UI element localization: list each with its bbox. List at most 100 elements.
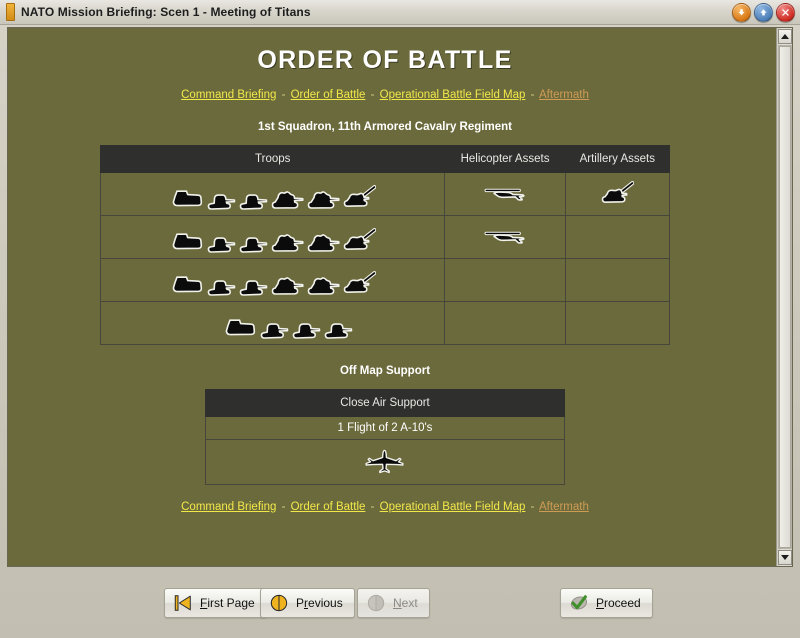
close-air-support-table: Close Air Support 1 Flight of 2 A-10's — [205, 389, 565, 485]
helicopter-icon-group — [451, 177, 558, 211]
self-propelled-gun-icon — [343, 271, 376, 293]
scrollbar-track[interactable] — [778, 45, 792, 549]
self-propelled-gun-icon — [601, 181, 635, 203]
nav-link-operational-battle-field-map-bottom[interactable]: Operational Battle Field Map — [380, 501, 526, 513]
nav-link-aftermath-bottom[interactable]: Aftermath — [539, 501, 589, 513]
minimize-button[interactable] — [732, 3, 751, 22]
first-page-icon — [174, 595, 191, 611]
vertical-scrollbar[interactable] — [776, 28, 792, 566]
helicopter-assets-cell — [444, 172, 566, 216]
table-row — [99, 215, 671, 259]
artillery-icon-group — [572, 220, 663, 254]
troops-cell — [99, 172, 446, 216]
maximize-button[interactable] — [754, 3, 773, 22]
title-bar: NATO Mission Briefing: Scen 1 - Meeting … — [0, 0, 800, 25]
tank-icon — [292, 323, 321, 339]
first-page-button-label: First Page — [200, 596, 255, 610]
nav-link-command-briefing-bottom[interactable]: Command Briefing — [181, 501, 276, 513]
previous-button-label: Previous — [296, 596, 343, 610]
tank-icon — [239, 194, 268, 210]
nav-link-order-of-battle-bottom[interactable]: Order of Battle — [291, 501, 366, 513]
table-row — [99, 301, 671, 345]
close-button[interactable] — [776, 3, 795, 22]
off-map-support-label: Off Map Support — [339, 365, 431, 377]
troop-icon-group — [107, 220, 438, 254]
nav-separator: - — [281, 501, 286, 513]
troop-icon-group — [107, 263, 438, 297]
artillery-icon-group — [572, 263, 663, 297]
helicopter-assets-cell — [444, 215, 566, 259]
unit-title: 1st Squadron, 11th Armored Cavalry Regim… — [258, 121, 512, 133]
nav-separator: - — [281, 89, 286, 101]
helicopter-icon — [484, 188, 525, 201]
artillery-assets-cell — [564, 215, 671, 259]
nav-separator: - — [530, 89, 535, 101]
jet-aircraft-icon-wrap — [212, 445, 558, 479]
chevron-down-icon — [781, 555, 789, 560]
briefing-content-frame: ORDER OF BATTLE Command Briefing - Order… — [7, 27, 793, 567]
troop-icon-group — [107, 177, 438, 211]
nav-links-top: Command Briefing - Order of Battle - Ope… — [8, 89, 762, 101]
chevron-up-icon — [781, 34, 789, 39]
self-propelled-gun-icon — [343, 228, 376, 250]
column-header-helicopter-assets: Helicopter Assets — [444, 145, 566, 173]
tank-icon — [207, 194, 236, 210]
scroll-down-button[interactable] — [778, 550, 792, 565]
cas-icon-row — [205, 439, 565, 485]
scroll-up-button[interactable] — [778, 29, 792, 44]
table-row — [99, 258, 671, 302]
window-icon — [6, 3, 15, 21]
previous-icon — [270, 594, 288, 612]
page-title: ORDER OF BATTLE — [257, 46, 513, 74]
artillery-icon-group — [572, 306, 663, 340]
nav-link-aftermath-top[interactable]: Aftermath — [539, 89, 589, 101]
cas-detail-text: 1 Flight of 2 A-10's — [205, 416, 565, 440]
jet-aircraft-icon — [365, 449, 404, 474]
next-button-label: Next — [393, 596, 418, 610]
order-of-battle-table: Troops Helicopter Assets Artillery Asset… — [99, 145, 671, 345]
helicopter-icon-group — [451, 306, 558, 340]
main-battle-tank-icon — [307, 191, 340, 209]
table-row — [99, 172, 671, 216]
main-battle-tank-icon — [307, 234, 340, 252]
next-icon — [367, 594, 385, 612]
nav-link-operational-battle-field-map-top[interactable]: Operational Battle Field Map — [380, 89, 526, 101]
apc-icon — [225, 319, 255, 336]
self-propelled-gun-icon — [343, 185, 376, 207]
table-body — [99, 172, 671, 345]
nav-link-command-briefing-top[interactable]: Command Briefing — [181, 89, 276, 101]
column-header-close-air-support: Close Air Support — [205, 389, 565, 417]
table-header-row: Troops Helicopter Assets Artillery Asset… — [99, 145, 671, 173]
tank-icon — [239, 280, 268, 296]
apc-icon — [172, 190, 202, 207]
proceed-button[interactable]: Proceed — [560, 588, 653, 618]
apc-icon — [172, 276, 202, 293]
main-battle-tank-icon — [307, 277, 340, 295]
cas-icon-cell — [205, 439, 565, 485]
proceed-button-label: Proceed — [596, 596, 641, 610]
column-header-troops: Troops — [99, 145, 446, 173]
helicopter-icon — [484, 231, 525, 244]
briefing-document: ORDER OF BATTLE Command Briefing - Order… — [8, 28, 762, 513]
nav-separator: - — [370, 89, 375, 101]
previous-button[interactable]: Previous — [260, 588, 355, 618]
first-page-button[interactable]: First Page — [164, 588, 267, 618]
troops-cell — [99, 258, 446, 302]
proceed-check-icon — [570, 595, 588, 610]
artillery-assets-cell — [564, 172, 671, 216]
nav-separator: - — [370, 501, 375, 513]
apc-icon — [172, 233, 202, 250]
tank-icon — [239, 237, 268, 253]
troop-icon-group — [107, 306, 438, 340]
nav-separator: - — [530, 501, 535, 513]
cas-detail-row: 1 Flight of 2 A-10's — [205, 416, 565, 440]
scrollbar-thumb[interactable] — [779, 46, 791, 548]
column-header-artillery-assets: Artillery Assets — [564, 145, 671, 173]
artillery-icon-group — [572, 177, 663, 211]
artillery-assets-cell — [564, 301, 671, 345]
main-battle-tank-icon — [271, 234, 304, 252]
nav-link-order-of-battle-top[interactable]: Order of Battle — [291, 89, 366, 101]
tank-icon — [324, 323, 353, 339]
tank-icon — [207, 237, 236, 253]
cas-header-row: Close Air Support — [205, 389, 565, 417]
